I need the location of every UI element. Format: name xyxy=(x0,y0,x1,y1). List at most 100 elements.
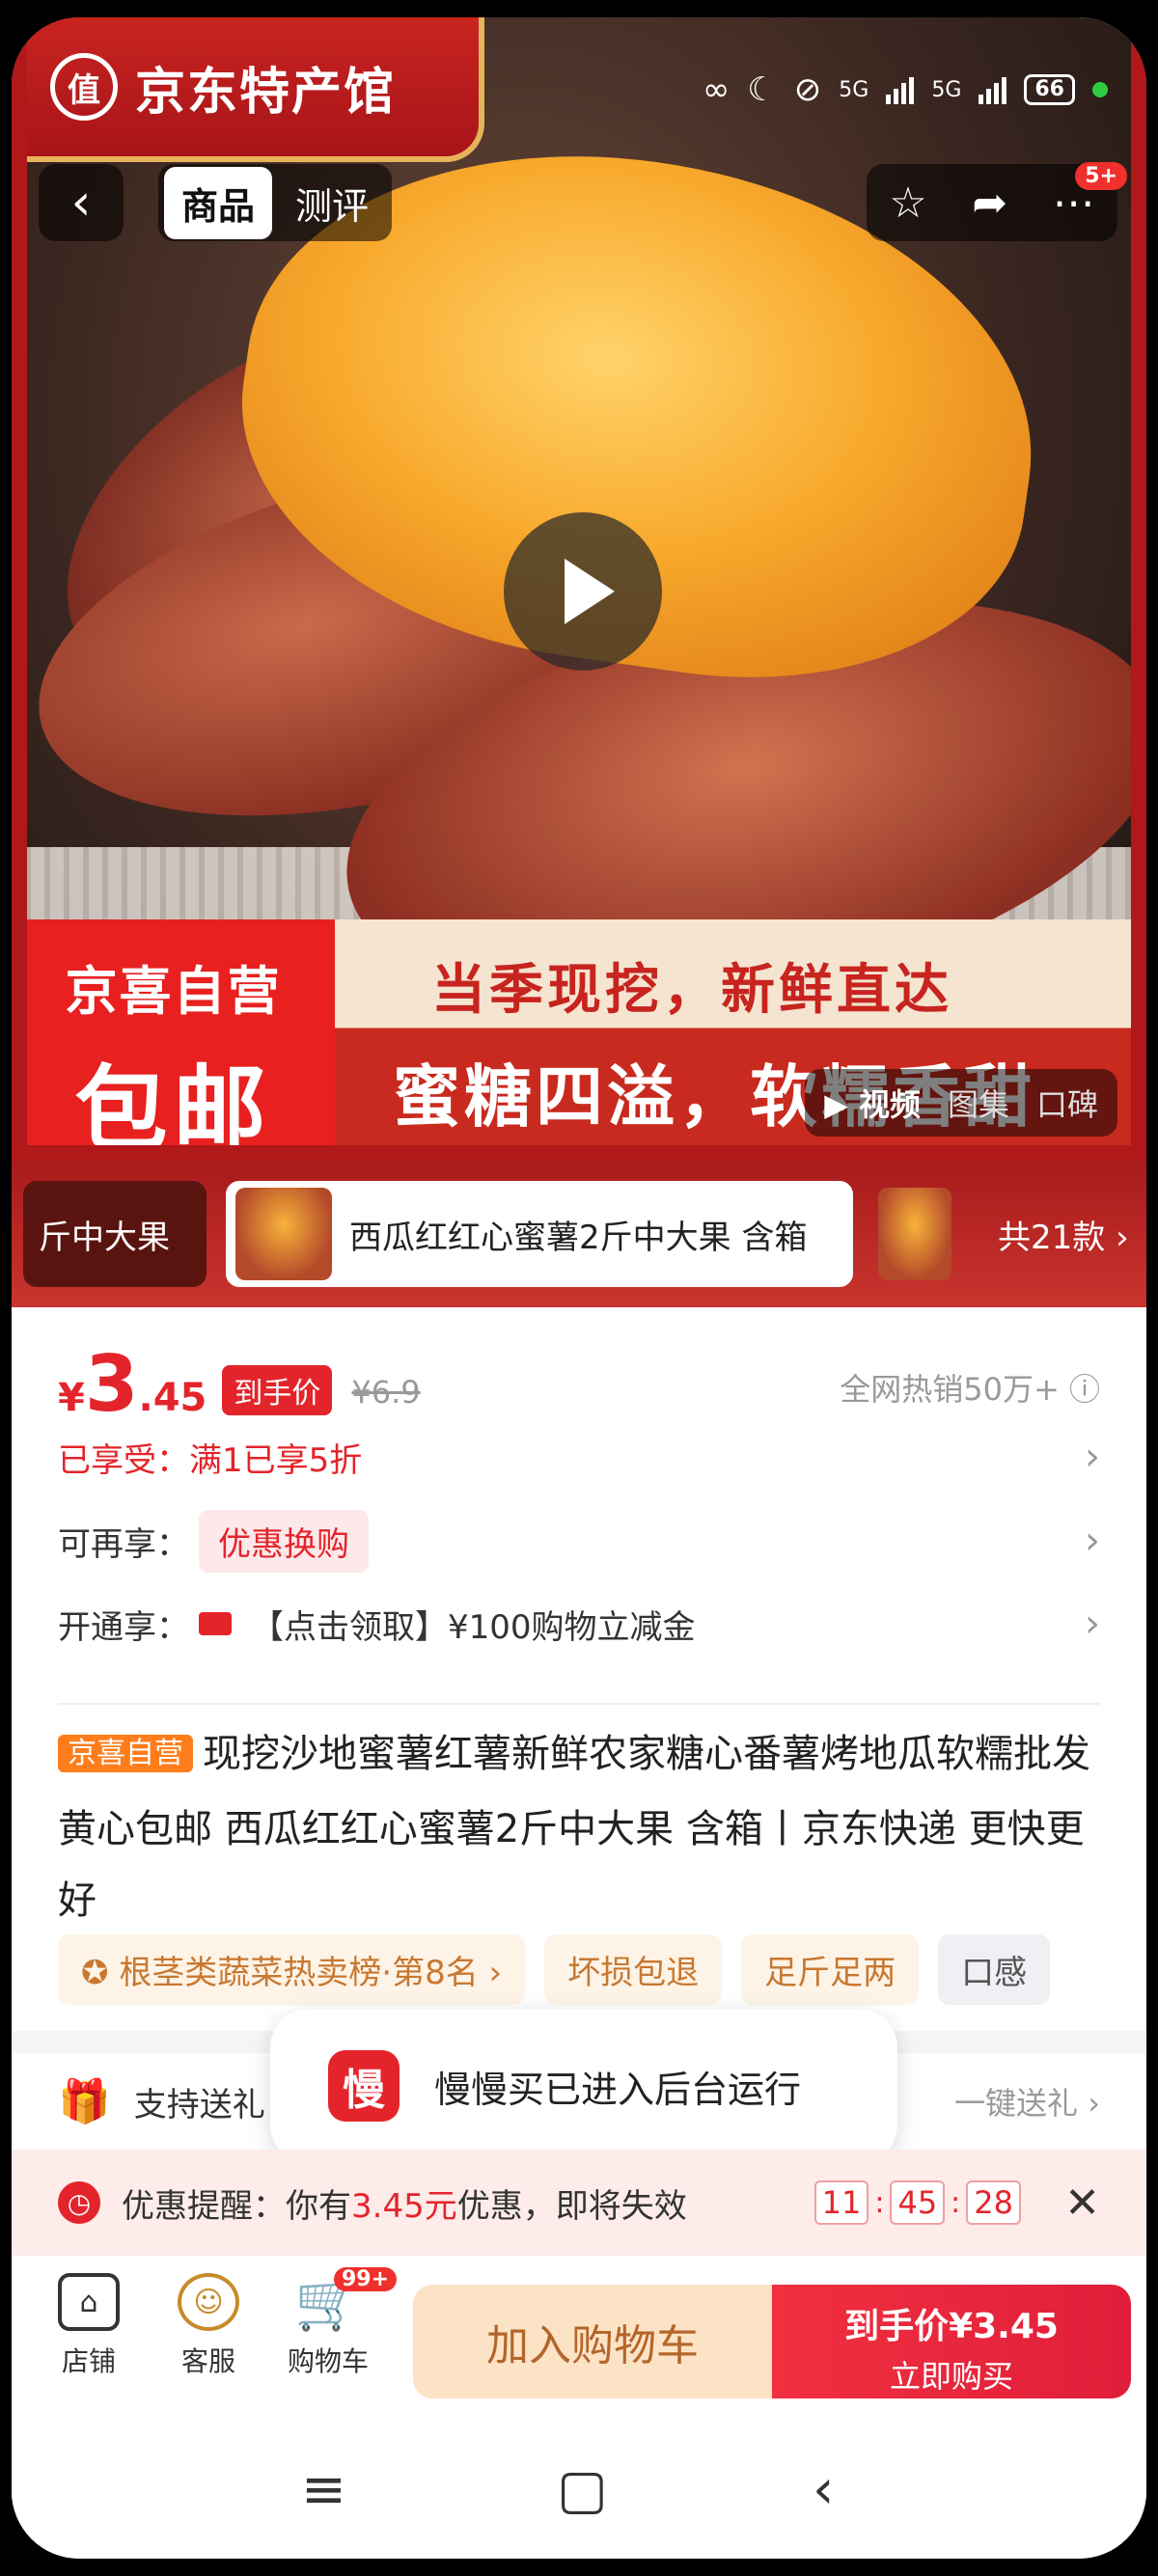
service-label: 客服 xyxy=(180,2345,235,2377)
more-offers-row[interactable]: 可再享： 优惠换购 › xyxy=(58,1509,1100,1573)
menu-icon[interactable]: ≡ xyxy=(301,2458,346,2521)
ranking-chip[interactable]: ✪ 根茎类蔬菜热卖榜·第8名 › xyxy=(58,1934,526,2005)
tab-review[interactable]: 测评 xyxy=(278,167,386,239)
signal-icon xyxy=(979,75,1007,104)
banner-line1: 当季现挖，新鲜直达 xyxy=(431,959,952,1022)
price-integer: 3 xyxy=(84,1339,139,1429)
network-label: 5G xyxy=(931,77,962,102)
gift-label: 支持送礼 xyxy=(133,2085,265,2124)
product-info-card: ¥ 3 .45 到手价 ¥6.9 全网热销50万+ ⓘ 已享受：满1已享5折 ›… xyxy=(12,1307,1146,2031)
battery-icon: 66 xyxy=(1024,74,1075,105)
network-label: 5G xyxy=(839,77,869,102)
mute-icon: ⊘ xyxy=(793,70,822,109)
original-price: ¥6.9 xyxy=(351,1374,421,1411)
more-offers-label: 可再享： xyxy=(58,1524,189,1564)
final-price-tag: 到手价 xyxy=(222,1365,333,1415)
open-offer-label: 开通享： xyxy=(58,1607,189,1647)
service-button[interactable]: ☺ 客服 xyxy=(151,2273,266,2379)
variant-selector: 斤中大果 西瓜红红心蜜薯2斤中大果 含箱 共21款 › xyxy=(12,1161,1146,1307)
brand-banner: 值 京东特产馆 xyxy=(12,17,484,162)
back-icon[interactable]: ‹ xyxy=(813,2458,834,2521)
exchange-offer-pill[interactable]: 优惠换购 xyxy=(199,1509,369,1573)
buy-price: 到手价¥3.45 xyxy=(844,2307,1059,2346)
divider xyxy=(58,1703,1100,1705)
variant-option-selected[interactable]: 西瓜红红心蜜薯2斤中大果 含箱 xyxy=(226,1181,853,1287)
moon-icon: ☾ xyxy=(747,70,777,109)
shop-label: 店铺 xyxy=(61,2345,116,2377)
close-icon[interactable]: ✕ xyxy=(1064,2179,1100,2228)
promo-line2: 包邮 xyxy=(74,1055,272,1161)
damage-refund-chip[interactable]: 坏损包退 xyxy=(544,1934,723,2005)
share-icon[interactable]: ➦ xyxy=(972,178,1007,228)
promo-line1: 京喜自营 xyxy=(65,961,282,1022)
privacy-dot xyxy=(1092,82,1108,97)
reminder-prefix: 优惠提醒：你有 xyxy=(122,2186,351,2226)
media-tab-reviews[interactable]: 口碑 xyxy=(1036,1081,1098,1125)
buy-now-button[interactable]: 到手价¥3.45 立即购买 xyxy=(772,2285,1131,2398)
page-tabs: 商品 测评 xyxy=(158,164,393,241)
chevron-left-icon: ‹ xyxy=(70,174,92,232)
cart-badge: 99+ xyxy=(334,2267,398,2291)
product-title: 京喜自营 现挖沙地蜜薯红薯新鲜农家糖心番薯烤地瓜软糯批发黄心包邮 西瓜红红心蜜薯2… xyxy=(58,1718,1100,1936)
badge-icon: ✪ xyxy=(81,1954,109,1992)
star-icon[interactable]: ☆ xyxy=(889,178,926,228)
link-icon: ∞ xyxy=(702,70,731,109)
full-weight-chip[interactable]: 足斤足两 xyxy=(741,1934,920,2005)
app-icon: 慢 xyxy=(328,2050,400,2122)
cart-label: 购物车 xyxy=(287,2345,369,2377)
card-icon xyxy=(199,1612,232,1635)
reminder-suffix: 优惠，即将失效 xyxy=(456,2186,687,2226)
one-click-gift[interactable]: 一键送礼 › xyxy=(954,2079,1100,2124)
shop-icon: ⌂ xyxy=(58,2273,120,2331)
clock-icon: ◷ xyxy=(58,2181,100,2224)
discount-reminder: ◷ 优惠提醒：你有 3.45元 优惠，即将失效 11: 45: 28 ✕ xyxy=(12,2150,1146,2256)
timer-hours: 11 xyxy=(813,2180,869,2225)
more-badge: 5+ xyxy=(1075,162,1127,190)
bottom-action-bar: ⌂ 店铺 ☺ 客服 🛒 99+ 购物车 加入购物车 到手价¥3.45 立即购买 xyxy=(12,2256,1146,2410)
brand-name: 京东特产馆 xyxy=(135,63,397,122)
product-hero-media[interactable]: 值 京东特产馆 ∞ ☾ ⊘ 5G 5G 66 ‹ 商品 测评 ☆ ➦ ⋯ 5+ … xyxy=(12,17,1146,1161)
promo-tag: 京喜自营 包邮 xyxy=(12,919,335,1161)
toast-text: 慢慢买已进入后台运行 xyxy=(434,2068,802,2111)
play-video-button[interactable] xyxy=(504,512,662,671)
shop-button[interactable]: ⌂ 店铺 xyxy=(31,2273,147,2379)
cart-button[interactable]: 🛒 99+ 购物车 xyxy=(270,2267,398,2379)
open-offer-text: 【点击领取】¥100购物立减金 xyxy=(251,1607,696,1647)
tab-product[interactable]: 商品 xyxy=(164,166,273,239)
sales-count[interactable]: 全网热销50万+ ⓘ xyxy=(840,1365,1100,1410)
gift-icon: 🎁 xyxy=(58,2077,111,2126)
feature-chips: ✪ 根茎类蔬菜热卖榜·第8名 › 坏损包退 足斤足两 口感 xyxy=(58,1934,1051,2005)
variant-option[interactable] xyxy=(872,1181,969,1287)
variant-thumbnail xyxy=(235,1188,332,1280)
price-row: ¥ 3 .45 到手价 ¥6.9 xyxy=(58,1346,421,1423)
price-decimal: .45 xyxy=(138,1376,207,1420)
background-toast: 慢 慢慢买已进入后台运行 xyxy=(270,2009,897,2163)
info-icon: ⓘ xyxy=(1068,1371,1100,1408)
discount-enjoyed-row[interactable]: 已享受：满1已享5折 › xyxy=(58,1428,1100,1486)
variant-label: 西瓜红红心蜜薯2斤中大果 含箱 xyxy=(349,1218,808,1257)
timer-seconds: 28 xyxy=(966,2180,1021,2225)
status-bar: ∞ ☾ ⊘ 5G 5G 66 xyxy=(703,66,1108,114)
add-to-cart-button[interactable]: 加入购物车 xyxy=(413,2285,772,2398)
chevron-right-icon: › xyxy=(1085,1435,1100,1479)
open-offer-row[interactable]: 开通享： 【点击领取】¥100购物立减金 › xyxy=(58,1595,1100,1653)
taste-chip[interactable]: 口感 xyxy=(938,1934,1051,2005)
media-tabs: ▶ 视频 图集 口碑 xyxy=(805,1069,1117,1137)
variant-label: 斤中大果 xyxy=(39,1218,170,1257)
discount-enjoyed-text: 已享受：满1已享5折 xyxy=(58,1440,363,1480)
service-icon: ☺ xyxy=(178,2273,239,2331)
variant-count[interactable]: 共21款 › xyxy=(998,1211,1129,1258)
variant-thumbnail xyxy=(878,1188,951,1280)
brand-logo: 值 xyxy=(50,53,118,121)
media-tab-gallery[interactable]: 图集 xyxy=(948,1081,1009,1125)
price-currency: ¥ xyxy=(58,1376,85,1420)
signal-icon xyxy=(886,75,915,104)
phone-screen: 值 京东特产馆 ∞ ☾ ⊘ 5G 5G 66 ‹ 商品 测评 ☆ ➦ ⋯ 5+ … xyxy=(12,17,1146,2559)
countdown-timer: 11: 45: 28 xyxy=(813,2180,1021,2225)
variant-option[interactable]: 斤中大果 xyxy=(23,1181,207,1287)
self-operated-badge: 京喜自营 xyxy=(58,1735,193,1772)
media-tab-video[interactable]: ▶ 视频 xyxy=(824,1081,921,1125)
back-button[interactable]: ‹ xyxy=(39,164,124,241)
home-icon[interactable]: ▢ xyxy=(557,2458,608,2521)
timer-minutes: 45 xyxy=(890,2180,946,2225)
